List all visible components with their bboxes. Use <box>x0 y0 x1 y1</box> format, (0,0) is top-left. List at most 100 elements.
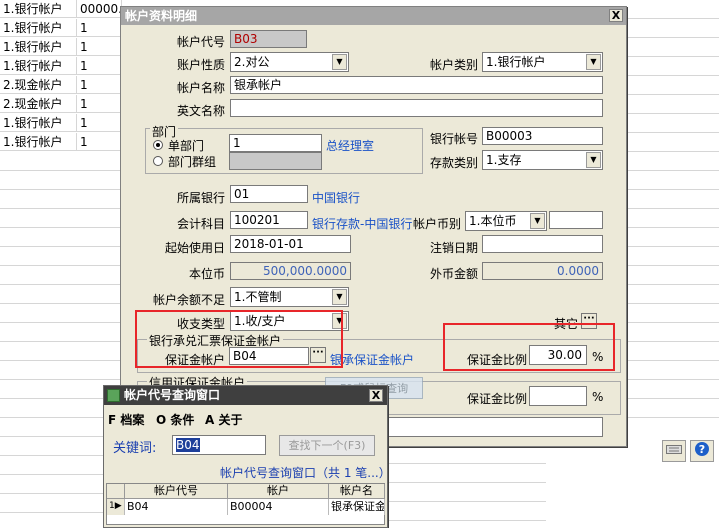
lookup-table: 帐户代号 帐户 帐户名 1▶ B04 B00004 银承保证金 <box>106 483 385 525</box>
nature-select[interactable]: 2.对公 ▼ <box>230 52 349 72</box>
chevron-down-icon[interactable]: ▼ <box>586 54 601 70</box>
dialog-titlebar[interactable]: 帐户资料明细 X <box>121 7 626 25</box>
grid-cell[interactable]: 1 <box>77 38 122 56</box>
chevron-down-icon[interactable]: ▼ <box>332 289 347 305</box>
lookup-close-button[interactable]: X <box>369 389 383 402</box>
grid-empty-rows-bottom <box>386 445 546 526</box>
grid-cell[interactable]: 1.银行帐户 <box>0 57 77 75</box>
highlight-deposit-ratio <box>443 323 615 371</box>
account-name-field[interactable]: 银承帐户 <box>230 76 603 94</box>
label-foreign-amount: 外币金额 <box>429 267 478 281</box>
account-type-select[interactable]: 1.银行帐户 ▼ <box>482 52 603 72</box>
row-pointer-icon: 1▶ <box>107 499 125 515</box>
highlight-deposit-account <box>135 310 343 368</box>
label-account-type: 帐户类别 <box>429 58 478 72</box>
subject-name-link[interactable]: 银行存款-中国银行 <box>312 215 412 232</box>
grid-cell[interactable]: 2.现金帐户 <box>0 76 77 94</box>
balance-short-value: 1.不管制 <box>234 290 282 304</box>
deposit-type-value: 1.支存 <box>486 153 522 167</box>
col-header-account[interactable]: 帐户 <box>228 484 329 499</box>
bank-account-field[interactable]: B00003 <box>482 127 603 145</box>
label-deposit-type: 存款类别 <box>429 156 478 170</box>
nature-value: 2.对公 <box>234 55 270 69</box>
dept-group-radio-label: 部门群组 <box>168 155 217 169</box>
bottom-field[interactable] <box>376 417 603 437</box>
label-cancel-date: 注销日期 <box>429 241 478 255</box>
row-indicator-header <box>107 484 125 499</box>
single-dept-radio[interactable] <box>153 140 163 150</box>
subject-code-field[interactable]: 100201 <box>230 211 308 229</box>
dept-group-radio[interactable] <box>153 156 163 166</box>
chevron-down-icon[interactable]: ▼ <box>530 213 545 229</box>
grid-cell[interactable]: 2.现金帐户 <box>0 95 77 113</box>
keyboard-icon[interactable] <box>662 440 686 462</box>
label-nature: 账户性质 <box>176 58 225 72</box>
label-account-code: 帐户代号 <box>176 35 225 49</box>
table-cell[interactable]: B00004 <box>228 499 329 515</box>
dept-code-field[interactable]: 1 <box>229 134 322 152</box>
credit-ratio-field[interactable] <box>529 386 587 406</box>
label-subject: 会计科目 <box>176 217 225 231</box>
currency-extra-field[interactable] <box>549 211 603 229</box>
start-date-field[interactable]: 2018-01-01 <box>230 235 351 253</box>
grid-cell[interactable]: 1.银行帐户 <box>0 133 77 151</box>
grid-cell[interactable]: 1 <box>77 114 122 132</box>
account-type-value: 1.银行帐户 <box>486 55 546 69</box>
deposit-type-select[interactable]: 1.支存 ▼ <box>482 150 603 170</box>
label-english-name: 英文名称 <box>176 104 225 118</box>
chevron-down-icon[interactable]: ▼ <box>586 152 601 168</box>
bank-name-link[interactable]: 中国银行 <box>312 189 360 206</box>
keyword-selection: B04 <box>176 438 200 452</box>
percent-label-2: % <box>592 390 604 404</box>
label-local-currency: 本位币 <box>188 267 225 281</box>
dept-name-link[interactable]: 总经理室 <box>326 137 374 154</box>
grid-cell[interactable]: 1.银行帐户 <box>0 0 77 18</box>
table-cell[interactable]: B04 <box>125 499 228 515</box>
local-amount-field: 500,000.0000 <box>230 262 351 280</box>
lookup-titlebar[interactable]: 帐户代号查询窗口 X <box>104 386 387 405</box>
grid-empty-rows-right <box>625 0 719 430</box>
grid-cell[interactable]: 1.银行帐户 <box>0 38 77 56</box>
grid-cell[interactable]: 1 <box>77 95 122 113</box>
english-name-field[interactable] <box>230 99 603 117</box>
label-deposit-ratio-2: 保证金比例 <box>467 392 528 406</box>
grid-cell[interactable]: 1 <box>77 19 122 37</box>
col-header-name[interactable]: 帐户名 <box>329 484 385 499</box>
grid-cell[interactable]: 1.银行帐户 <box>0 19 77 37</box>
menu-file[interactable]: F 档案 <box>108 411 144 428</box>
menu-about[interactable]: A 关于 <box>205 411 242 428</box>
label-currency: 帐户币别 <box>413 217 462 231</box>
label-start-date: 起始使用日 <box>164 241 225 255</box>
dept-group-field[interactable] <box>229 152 322 170</box>
grid-cell[interactable]: 00000... <box>77 0 122 18</box>
help-icon[interactable]: ? <box>690 440 714 462</box>
foreign-amount-field: 0.0000 <box>482 262 603 280</box>
dialog-title: 帐户资料明细 <box>125 9 198 23</box>
keyword-input[interactable]: B04 <box>172 435 266 455</box>
menu-condition[interactable]: O 条件 <box>156 411 194 428</box>
col-header-code[interactable]: 帐户代号 <box>125 484 228 499</box>
lookup-title: 帐户代号查询窗口 <box>124 388 221 402</box>
cancel-date-field[interactable] <box>482 235 603 253</box>
table-cell[interactable]: 银承保证金 <box>329 499 385 515</box>
label-account-name: 帐户名称 <box>176 81 225 95</box>
grid-cell[interactable]: 1 <box>77 133 122 151</box>
currency-select[interactable]: 1.本位币 ▼ <box>465 211 547 231</box>
keyword-label: 关键词: <box>113 441 157 456</box>
currency-value: 1.本位币 <box>469 214 517 228</box>
label-bank: 所属银行 <box>176 191 225 205</box>
find-next-button[interactable]: 查找下一个(F3) <box>279 435 375 456</box>
account-code-field[interactable]: B03 <box>230 30 307 48</box>
grid-cell[interactable]: 1 <box>77 57 122 75</box>
close-button[interactable]: X <box>609 9 623 22</box>
grid-cell[interactable]: 1.银行帐户 <box>0 114 77 132</box>
app-icon <box>107 389 120 402</box>
grid-cell[interactable]: 1 <box>77 76 122 94</box>
svg-text:?: ? <box>699 443 705 456</box>
bank-code-field[interactable]: 01 <box>230 185 308 203</box>
lookup-summary: 帐户代号查询窗口（共 1 笔...） <box>220 466 391 480</box>
chevron-down-icon[interactable]: ▼ <box>332 54 347 70</box>
label-balance-short: 帐户余额不足 <box>152 293 225 307</box>
balance-short-select[interactable]: 1.不管制 ▼ <box>230 287 349 307</box>
label-bank-account: 银行帐号 <box>429 132 478 146</box>
